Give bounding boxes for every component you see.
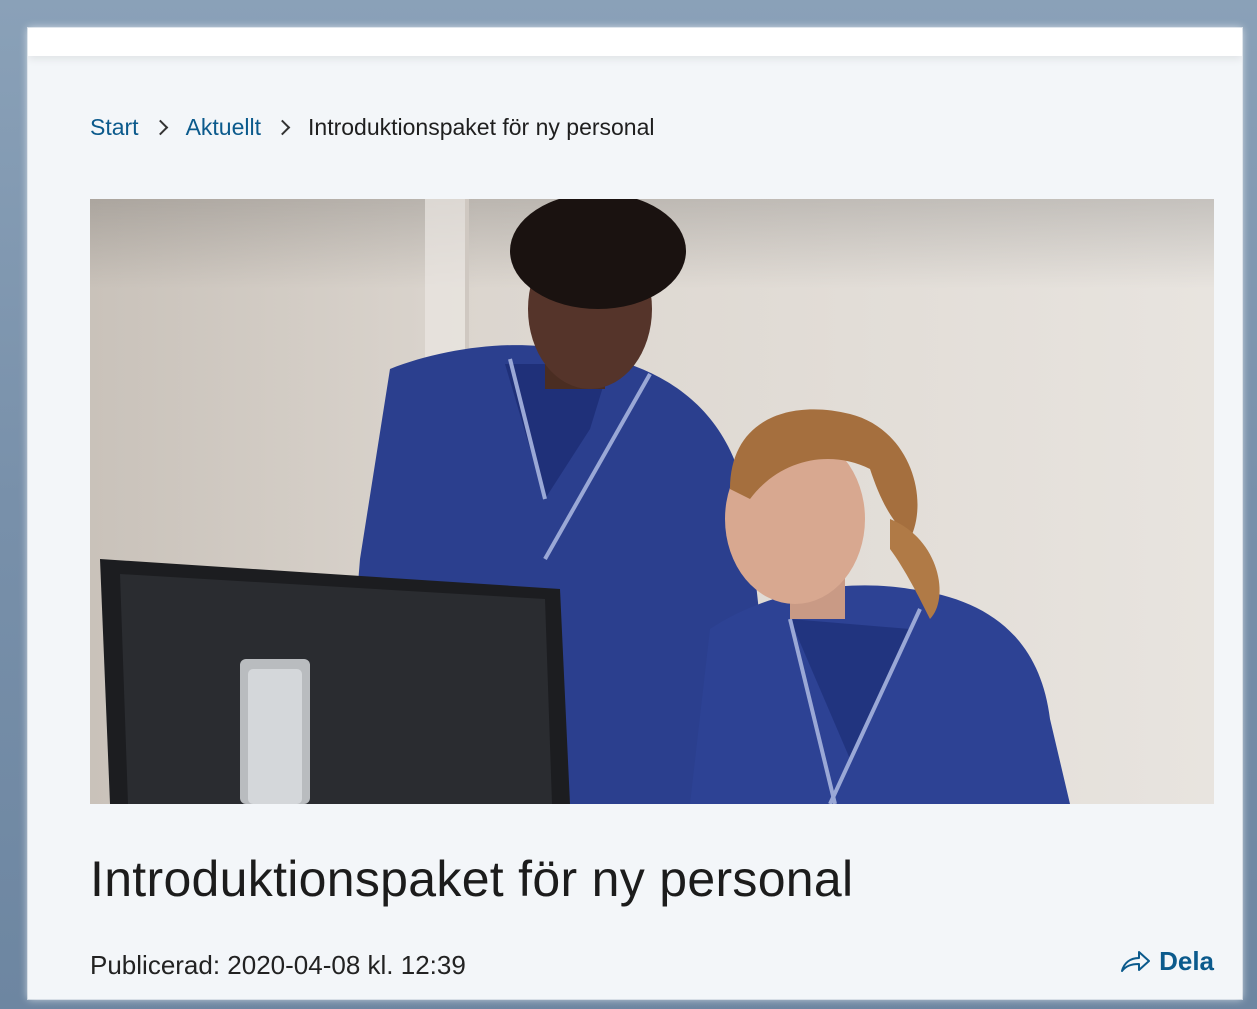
hero-image xyxy=(90,199,1214,804)
chevron-right-icon xyxy=(274,119,291,136)
share-label: Dela xyxy=(1159,946,1214,976)
publish-date: Publicerad: 2020-04-08 kl. 12:39 xyxy=(90,950,466,980)
breadcrumb-link-start[interactable]: Start xyxy=(90,114,139,141)
breadcrumb: Start Aktuellt Introduktionspaket för ny… xyxy=(90,114,655,141)
share-arrow-icon xyxy=(1121,950,1151,972)
breadcrumb-link-aktuellt[interactable]: Aktuellt xyxy=(186,114,261,141)
page-window: Start Aktuellt Introduktionspaket för ny… xyxy=(28,28,1242,999)
article-title: Introduktionspaket för ny personal xyxy=(90,851,854,907)
hero-illustration xyxy=(90,199,1214,804)
site-header xyxy=(28,28,1242,56)
chevron-right-icon xyxy=(152,119,168,136)
breadcrumb-current: Introduktionspaket för ny personal xyxy=(308,114,655,140)
share-button[interactable]: Dela xyxy=(1119,946,1214,977)
screenshot-frame: Start Aktuellt Introduktionspaket för ny… xyxy=(0,0,1257,1009)
